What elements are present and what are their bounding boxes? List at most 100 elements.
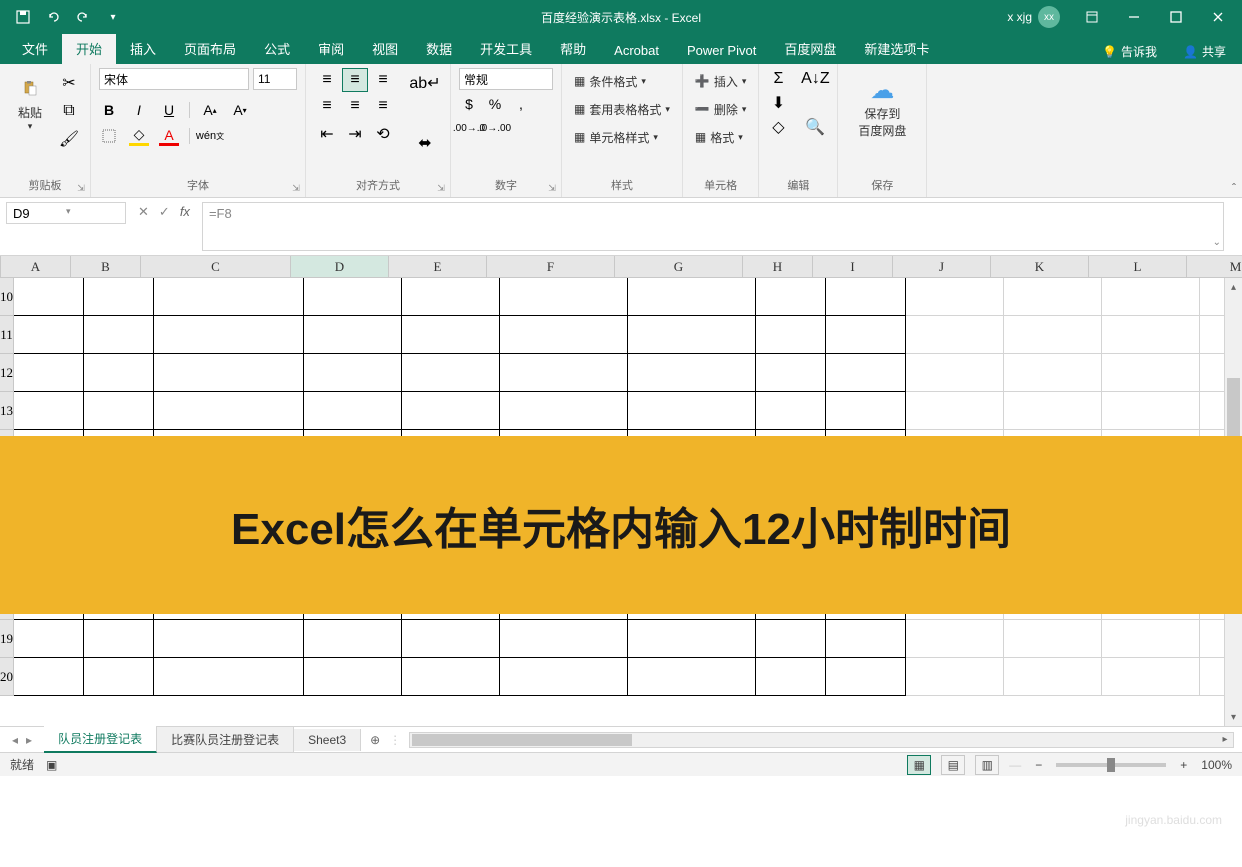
row-header-13[interactable]: 13 xyxy=(0,392,14,430)
row-header-12[interactable]: 12 xyxy=(0,354,14,392)
cell[interactable] xyxy=(826,620,906,658)
fx-icon[interactable]: fx xyxy=(180,204,190,219)
qat-customize-icon[interactable]: ▾ xyxy=(100,4,126,30)
col-header-I[interactable]: I xyxy=(813,256,893,277)
cell[interactable] xyxy=(14,354,84,392)
cell[interactable] xyxy=(1102,354,1200,392)
col-header-J[interactable]: J xyxy=(893,256,991,277)
paste-button[interactable]: 粘贴 ▾ xyxy=(8,68,52,136)
cell[interactable] xyxy=(628,316,756,354)
format-table-button[interactable]: ▦套用表格格式▾ xyxy=(570,96,674,122)
cell[interactable] xyxy=(154,620,304,658)
enter-formula-icon[interactable]: ✓ xyxy=(159,204,170,220)
tab-view[interactable]: 视图 xyxy=(358,33,412,64)
minimize-icon[interactable] xyxy=(1114,1,1154,33)
row-header-11[interactable]: 11 xyxy=(0,316,14,354)
cell[interactable] xyxy=(154,316,304,354)
percent-format-icon[interactable]: % xyxy=(485,94,505,114)
align-right-icon[interactable]: ≡ xyxy=(370,94,396,118)
align-middle-icon[interactable]: ≡ xyxy=(342,68,368,92)
add-sheet-icon[interactable]: ⊕ xyxy=(361,733,389,747)
cell[interactable] xyxy=(1004,392,1102,430)
cell[interactable] xyxy=(402,316,500,354)
autosum-icon[interactable]: Σ xyxy=(767,68,789,90)
cell[interactable] xyxy=(756,392,826,430)
tab-developer[interactable]: 开发工具 xyxy=(466,33,546,64)
col-header-H[interactable]: H xyxy=(743,256,813,277)
row-header-20[interactable]: 20 xyxy=(0,658,14,696)
cell[interactable] xyxy=(756,316,826,354)
cell[interactable] xyxy=(500,316,628,354)
zoom-slider[interactable] xyxy=(1056,763,1166,767)
tab-file[interactable]: 文件 xyxy=(8,33,62,64)
ribbon-options-icon[interactable] xyxy=(1072,1,1112,33)
increase-indent-icon[interactable]: ⇥ xyxy=(342,122,368,146)
user-account[interactable]: x xjg xx xyxy=(997,6,1070,28)
cell[interactable] xyxy=(756,620,826,658)
dialog-launcher-icon[interactable]: ⇲ xyxy=(545,181,559,195)
cell[interactable] xyxy=(304,278,402,316)
collapse-ribbon-icon[interactable]: ˆ xyxy=(1232,181,1236,195)
cell[interactable] xyxy=(304,392,402,430)
cell[interactable] xyxy=(154,658,304,696)
sheet-nav-prev-icon[interactable]: ◂ xyxy=(12,733,18,747)
cell[interactable] xyxy=(1004,354,1102,392)
align-top-icon[interactable]: ≡ xyxy=(314,68,340,92)
cell[interactable] xyxy=(500,354,628,392)
cell[interactable] xyxy=(906,316,1004,354)
save-baidu-button[interactable]: ☁ 保存到 百度网盘 xyxy=(846,68,918,147)
font-size-input[interactable] xyxy=(253,68,297,90)
sort-filter-icon[interactable]: A↓Z xyxy=(801,68,829,90)
cut-icon[interactable]: ✂ xyxy=(58,72,80,94)
align-left-icon[interactable]: ≡ xyxy=(314,94,340,118)
cell[interactable] xyxy=(628,658,756,696)
cell[interactable] xyxy=(756,354,826,392)
tab-data[interactable]: 数据 xyxy=(412,33,466,64)
cell[interactable] xyxy=(402,392,500,430)
cell[interactable] xyxy=(628,392,756,430)
bold-button[interactable]: B xyxy=(99,100,119,120)
cell[interactable] xyxy=(84,316,154,354)
cell[interactable] xyxy=(628,354,756,392)
tab-baidu-disk[interactable]: 百度网盘 xyxy=(770,33,850,64)
delete-cells-button[interactable]: ➖删除▾ xyxy=(691,96,751,122)
accounting-format-icon[interactable]: $ xyxy=(459,94,479,114)
find-select-icon[interactable]: 🔍 xyxy=(801,116,829,138)
cell[interactable] xyxy=(756,278,826,316)
cell[interactable] xyxy=(826,316,906,354)
font-name-input[interactable] xyxy=(99,68,249,90)
cell[interactable] xyxy=(304,316,402,354)
tab-home[interactable]: 开始 xyxy=(62,33,116,64)
format-cells-button[interactable]: ▦格式▾ xyxy=(691,124,751,150)
cell[interactable] xyxy=(756,658,826,696)
increase-decimal-icon[interactable]: .00→.0 xyxy=(459,118,479,138)
phonetic-icon[interactable]: wén文 xyxy=(200,126,220,146)
copy-icon[interactable]: ⧉ xyxy=(58,100,80,122)
merge-center-icon[interactable]: ⬌ xyxy=(410,132,440,154)
cell[interactable] xyxy=(14,658,84,696)
cell[interactable] xyxy=(1102,620,1200,658)
tab-review[interactable]: 审阅 xyxy=(304,33,358,64)
cell[interactable] xyxy=(906,278,1004,316)
tab-formulas[interactable]: 公式 xyxy=(250,33,304,64)
cell[interactable] xyxy=(14,316,84,354)
cell[interactable] xyxy=(1004,278,1102,316)
shrink-font-icon[interactable]: A▾ xyxy=(230,100,250,120)
macro-record-icon[interactable]: ▣ xyxy=(46,758,57,772)
tab-power-pivot[interactable]: Power Pivot xyxy=(673,37,770,64)
comma-format-icon[interactable]: , xyxy=(511,94,531,114)
cell[interactable] xyxy=(906,620,1004,658)
cell[interactable] xyxy=(826,392,906,430)
number-format-select[interactable] xyxy=(459,68,553,90)
cell[interactable] xyxy=(84,354,154,392)
undo-icon[interactable] xyxy=(40,4,66,30)
zoom-in-icon[interactable]: + xyxy=(1176,758,1191,772)
orientation-icon[interactable]: ⟲ xyxy=(370,122,396,146)
cell[interactable] xyxy=(84,392,154,430)
redo-icon[interactable] xyxy=(70,4,96,30)
col-header-G[interactable]: G xyxy=(615,256,743,277)
col-header-D[interactable]: D xyxy=(291,256,389,277)
horizontal-scrollbar[interactable]: ◂ ▸ xyxy=(409,732,1234,748)
hscroll-thumb[interactable] xyxy=(412,734,632,746)
sheet-tab-1[interactable]: 队员注册登记表 xyxy=(44,726,157,753)
